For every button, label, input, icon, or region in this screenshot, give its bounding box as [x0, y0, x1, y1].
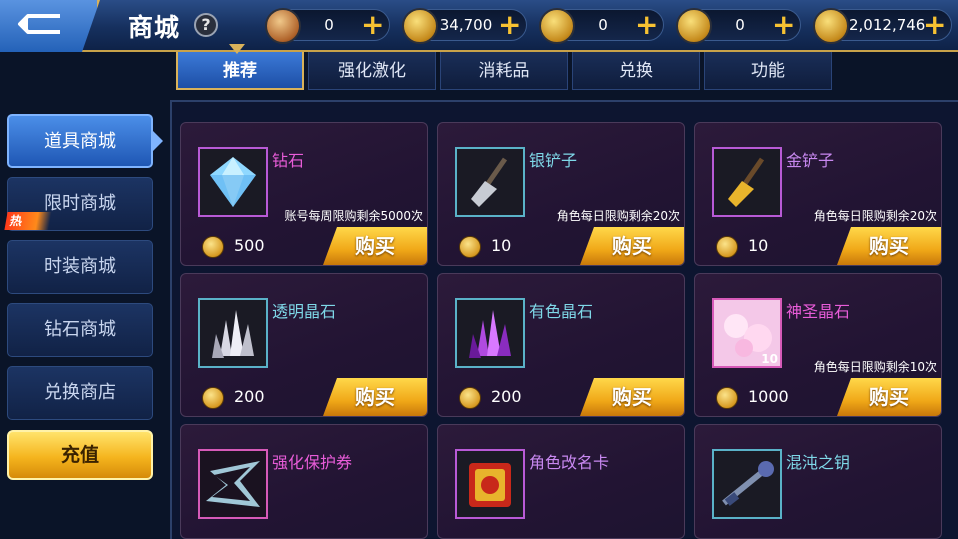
tab-recommend[interactable]: 推荐: [176, 52, 304, 90]
currency-value: 0: [598, 16, 608, 34]
item-name: 有色晶石: [529, 302, 594, 321]
tab-exchange[interactable]: 兑换: [572, 52, 700, 90]
buy-button[interactable]: 购买: [323, 378, 427, 416]
item-thumbnail: [712, 449, 782, 519]
bronze-coin-icon: [676, 8, 712, 44]
recharge-button[interactable]: 充值: [7, 430, 153, 480]
gold-coin-icon: [402, 8, 438, 44]
item-card[interactable]: 有色晶石 200 购买: [437, 273, 685, 417]
tab-enhance[interactable]: 强化激化: [308, 52, 436, 90]
price-value: 500: [234, 236, 265, 255]
sidebar-item-fashion-mall[interactable]: 时装商城: [7, 240, 153, 294]
item-card[interactable]: 银铲子 角色每日限购剩余20次 10 购买: [437, 122, 685, 266]
gold-lock-coin-icon: [813, 8, 849, 44]
currency-bronze: 0 +: [676, 8, 801, 44]
scroll-icon: [265, 8, 301, 44]
currency-value: 34,700: [439, 16, 493, 34]
price-value: 1000: [748, 387, 789, 406]
currency-value: 0: [324, 16, 334, 34]
item-card[interactable]: 角色改名卡: [437, 424, 685, 539]
add-currency-button[interactable]: +: [498, 11, 521, 39]
protection-ticket-icon: [200, 451, 266, 517]
purchase-limit: 账号每周限购剩余5000次: [284, 209, 423, 223]
item-name: 钻石: [272, 151, 305, 170]
item-thumbnail: [198, 298, 268, 368]
currency-gold: 34,700 +: [402, 8, 527, 44]
item-name: 强化保护券: [272, 453, 353, 472]
item-card[interactable]: 金铲子 角色每日限购剩余20次 10 购买: [694, 122, 942, 266]
item-thumbnail: [455, 147, 525, 217]
hot-badge: 热: [4, 212, 52, 230]
item-name: 透明晶石: [272, 302, 337, 321]
currency-scroll: 0 +: [265, 8, 390, 44]
item-card[interactable]: 透明晶石 200 购买: [180, 273, 428, 417]
tab-consumables[interactable]: 消耗品: [440, 52, 568, 90]
purchase-limit: 角色每日限购剩余20次: [556, 209, 680, 223]
sidebar-item-item-mall[interactable]: 道具商城: [7, 114, 153, 168]
buy-button[interactable]: 购买: [323, 227, 427, 265]
item-card[interactable]: 10 神圣晶石 角色每日限购剩余10次 1000 购买: [694, 273, 942, 417]
sidebar-item-exchange-shop[interactable]: 兑换商店: [7, 366, 153, 420]
page-title: 商城: [128, 13, 181, 42]
silver-shovel-icon: [471, 157, 508, 207]
help-button[interactable]: ?: [194, 13, 218, 37]
gold-coin-icon: [459, 387, 481, 409]
clear-crystal-icon: [212, 310, 254, 358]
item-card[interactable]: 混沌之钥: [694, 424, 942, 539]
gold-coin-icon: [202, 387, 224, 409]
gold-coin-icon: [459, 236, 481, 258]
item-count: 10: [761, 352, 778, 366]
item-card[interactable]: 强化保护券: [180, 424, 428, 539]
buy-button[interactable]: 购买: [837, 227, 941, 265]
item-name: 银铲子: [529, 151, 578, 170]
rename-card-icon: [469, 463, 511, 507]
diamond-icon: [210, 157, 256, 207]
item-thumbnail: [455, 298, 525, 368]
item-thumbnail: [198, 147, 268, 217]
active-tab-caret-icon: [229, 44, 245, 54]
top-bar: 商城 ? 0 + 34,700 + 0 + 0 + 2,012,746 +: [0, 0, 958, 52]
buy-button[interactable]: 购买: [837, 378, 941, 416]
price-value: 10: [748, 236, 769, 255]
price-value: 200: [234, 387, 265, 406]
currency-value: 2,012,746: [849, 16, 926, 34]
currency-value: 0: [735, 16, 745, 34]
item-card[interactable]: 钻石 账号每周限购剩余5000次 500 购买: [180, 122, 428, 266]
buy-button[interactable]: 购买: [580, 227, 684, 265]
category-tabs: 推荐 强化激化 消耗品 兑换 功能: [176, 52, 956, 92]
add-currency-button[interactable]: +: [772, 11, 795, 39]
add-currency-button[interactable]: +: [635, 11, 658, 39]
add-currency-button[interactable]: +: [923, 11, 946, 39]
active-arrow-icon: [153, 131, 163, 151]
colored-crystal-icon: [469, 310, 511, 358]
gold-coin-icon: [202, 236, 224, 258]
item-thumbnail: [455, 449, 525, 519]
chaos-key-icon: [722, 461, 774, 506]
sidebar-item-diamond-mall[interactable]: 钻石商城: [7, 303, 153, 357]
currency-gold-lock: 2,012,746 +: [813, 8, 952, 44]
price-value: 10: [491, 236, 512, 255]
item-name: 角色改名卡: [529, 453, 610, 472]
gold-shovel-icon: [728, 157, 765, 207]
back-button[interactable]: [0, 0, 100, 52]
item-name: 金铲子: [786, 151, 835, 170]
gold-coin-icon: [716, 387, 738, 409]
item-name: 混沌之钥: [786, 453, 851, 472]
item-thumbnail: 10: [712, 298, 782, 368]
lock-coin-icon: [539, 8, 575, 44]
price-value: 200: [491, 387, 522, 406]
buy-button[interactable]: 购买: [580, 378, 684, 416]
item-thumbnail: [712, 147, 782, 217]
purchase-limit: 角色每日限购剩余10次: [813, 360, 937, 374]
item-name: 神圣晶石: [786, 302, 851, 321]
purchase-limit: 角色每日限购剩余20次: [813, 209, 937, 223]
gold-coin-icon: [716, 236, 738, 258]
add-currency-button[interactable]: +: [361, 11, 384, 39]
item-thumbnail: [198, 449, 268, 519]
tab-function[interactable]: 功能: [704, 52, 832, 90]
back-arrow-icon: [18, 14, 60, 34]
currency-lock: 0 +: [539, 8, 664, 44]
